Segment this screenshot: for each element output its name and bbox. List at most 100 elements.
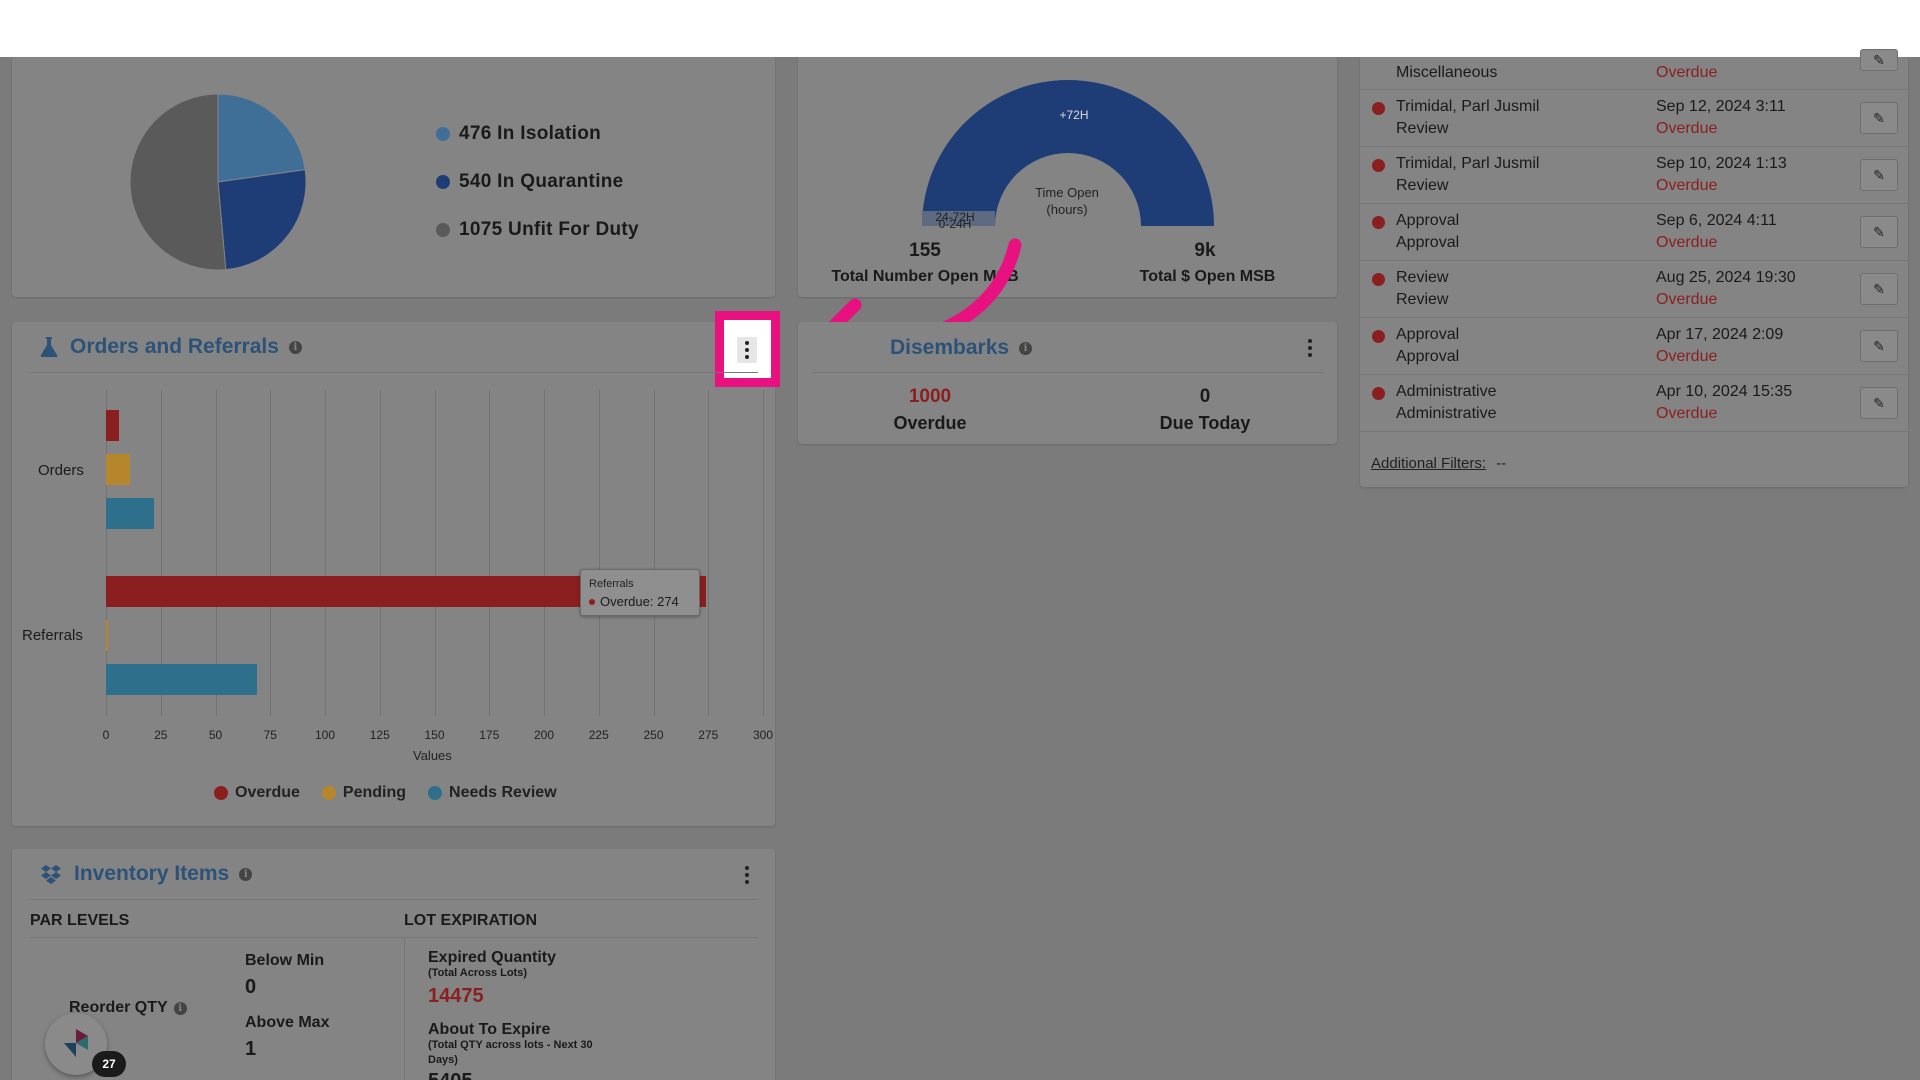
disembarks-title: Disembarks xyxy=(890,336,1010,359)
task-type: Review xyxy=(1396,291,1449,308)
legend-label: Overdue xyxy=(235,784,300,801)
above-max-label: Above Max xyxy=(245,1014,330,1031)
tooltip-title: Referrals xyxy=(589,578,634,590)
pie-slice[interactable] xyxy=(217,169,307,271)
disembarks-menu-button[interactable] xyxy=(1300,336,1320,360)
legend-label: Pending xyxy=(342,784,407,801)
grid-line xyxy=(270,390,272,716)
panel-divider xyxy=(812,372,1324,373)
below-min-value[interactable]: 0 xyxy=(245,976,256,999)
edit-button[interactable]: ✎ xyxy=(1860,387,1898,419)
bar-orders-pending[interactable] xyxy=(106,454,131,485)
grid-line xyxy=(434,390,436,716)
task-partial-line2: Miscellaneous xyxy=(1396,64,1498,81)
edit-button[interactable]: ✎ xyxy=(1860,102,1898,134)
task-status: Overdue xyxy=(1656,291,1718,308)
msb-gauge: +72H 24-72H 0-24H Time Open (hours) xyxy=(922,80,1214,231)
info-icon[interactable]: i xyxy=(239,867,253,881)
edit-button[interactable]: ✎ xyxy=(1860,330,1898,362)
legend-isolation: 476 In Isolation xyxy=(436,123,601,145)
overdue-label: Overdue xyxy=(893,413,967,433)
disembarks-header: Disembarks i xyxy=(890,336,1033,360)
x-tick-label: 250 xyxy=(643,728,664,742)
par-levels-header: PAR LEVELS xyxy=(30,912,130,929)
legend-label: 476 In Isolation xyxy=(459,123,602,144)
legend-quarantine: 540 In Quarantine xyxy=(436,171,624,193)
pie-slice[interactable] xyxy=(129,93,227,271)
gauge-label-72h: +72H xyxy=(1059,108,1088,122)
task-date: Sep 10, 2024 1:13 xyxy=(1656,155,1787,172)
pie-slice[interactable] xyxy=(217,93,306,183)
bar-referrals-needs-review[interactable] xyxy=(106,664,258,695)
flask-icon xyxy=(40,337,58,357)
status-dot xyxy=(1372,216,1385,229)
task-date: Sep 12, 2024 3:11 xyxy=(1656,98,1786,115)
status-dot xyxy=(1372,387,1385,400)
task-partial-status: Overdue xyxy=(1656,64,1718,81)
legend-needs-review[interactable]: Needs Review xyxy=(428,784,557,802)
category-label-orders: Orders xyxy=(38,462,84,479)
task-date: Sep 6, 2024 4:11 xyxy=(1656,212,1777,229)
task-row[interactable]: Approval Approval Apr 17, 2024 2:09 Over… xyxy=(1360,318,1908,375)
edit-button[interactable]: ✎ xyxy=(1860,216,1898,248)
grid-line xyxy=(598,390,600,716)
chart-tooltip: Referrals Overdue: 274 xyxy=(580,569,700,616)
grid-line xyxy=(653,390,655,716)
info-icon[interactable]: i xyxy=(1019,341,1033,355)
about-value[interactable]: 5405 xyxy=(428,1070,473,1080)
legend-pending[interactable]: Pending xyxy=(321,784,407,802)
due-today-count[interactable]: 0 xyxy=(1155,386,1255,408)
above-max-value[interactable]: 1 xyxy=(245,1038,256,1061)
legend-dot xyxy=(214,786,228,800)
status-dot xyxy=(1372,273,1385,286)
legend-label: 540 In Quarantine xyxy=(459,171,624,192)
expired-sub: (Total Across Lots) xyxy=(428,967,528,979)
top-bar xyxy=(0,0,1920,57)
inventory-menu-button[interactable] xyxy=(737,863,757,887)
grid-line xyxy=(379,390,381,716)
vertical-divider xyxy=(404,938,405,1080)
task-row[interactable]: Administrative Administrative Apr 10, 20… xyxy=(1360,375,1908,432)
total-dollar-value: 9k xyxy=(1194,240,1216,261)
due-today-label: Due Today xyxy=(1159,413,1251,433)
section-divider xyxy=(30,937,758,938)
about-sub: (Total QTY across lots - Next 30 Days) xyxy=(428,1039,593,1066)
info-icon[interactable]: i xyxy=(173,1001,187,1015)
task-type: Approval xyxy=(1396,234,1460,251)
x-tick-label: 25 xyxy=(154,728,168,742)
task-date: Aug 25, 2024 19:30 xyxy=(1656,269,1796,286)
grid-line xyxy=(544,390,545,716)
legend-overdue[interactable]: Overdue xyxy=(214,784,300,802)
total-dollar-label: Total $ Open MSB xyxy=(1139,268,1276,285)
additional-filters-link[interactable]: Additional Filters: xyxy=(1371,455,1486,472)
task-name: Trimidal, Parl Jusmil xyxy=(1396,155,1540,172)
bar-orders-overdue[interactable] xyxy=(106,410,120,441)
expired-label: Expired Quantity xyxy=(428,949,557,966)
panel-divider xyxy=(30,372,758,373)
bar-orders-needs-review[interactable] xyxy=(106,498,155,529)
edit-button[interactable]: ✎ xyxy=(1860,273,1898,305)
x-tick-label: 0 xyxy=(102,728,110,742)
task-row[interactable]: Review Review Aug 25, 2024 19:30 Overdue… xyxy=(1360,261,1908,318)
x-tick-label: 225 xyxy=(588,728,609,742)
chart-legend: Overdue Pending Needs Review xyxy=(214,784,557,802)
orders-referrals-title: Orders and Referrals xyxy=(70,335,279,358)
task-row[interactable]: Trimidal, Parl Jusmil Review Sep 12, 202… xyxy=(1360,90,1908,147)
edit-icon: ✎ xyxy=(1873,280,1885,297)
info-icon[interactable]: i xyxy=(288,340,302,354)
task-row[interactable]: Approval Approval Sep 6, 2024 4:11 Overd… xyxy=(1360,204,1908,261)
task-status: Overdue xyxy=(1656,405,1718,422)
orders-referrals-menu-button[interactable] xyxy=(737,337,757,363)
legend-dot xyxy=(436,127,450,141)
task-row[interactable]: Trimidal, Parl Jusmil Review Sep 10, 202… xyxy=(1360,147,1908,204)
bar-referrals-pending[interactable] xyxy=(106,620,109,651)
status-dot xyxy=(1372,330,1385,343)
status-dot xyxy=(1372,102,1385,115)
task-name: Approval xyxy=(1396,326,1460,343)
x-tick-label: 300 xyxy=(752,728,774,742)
expired-value[interactable]: 14475 xyxy=(428,985,484,1008)
edit-button[interactable]: ✎ xyxy=(1860,49,1898,71)
task-type: Review xyxy=(1396,120,1449,137)
edit-button[interactable]: ✎ xyxy=(1860,159,1898,191)
overdue-count[interactable]: 1000 xyxy=(880,386,980,408)
